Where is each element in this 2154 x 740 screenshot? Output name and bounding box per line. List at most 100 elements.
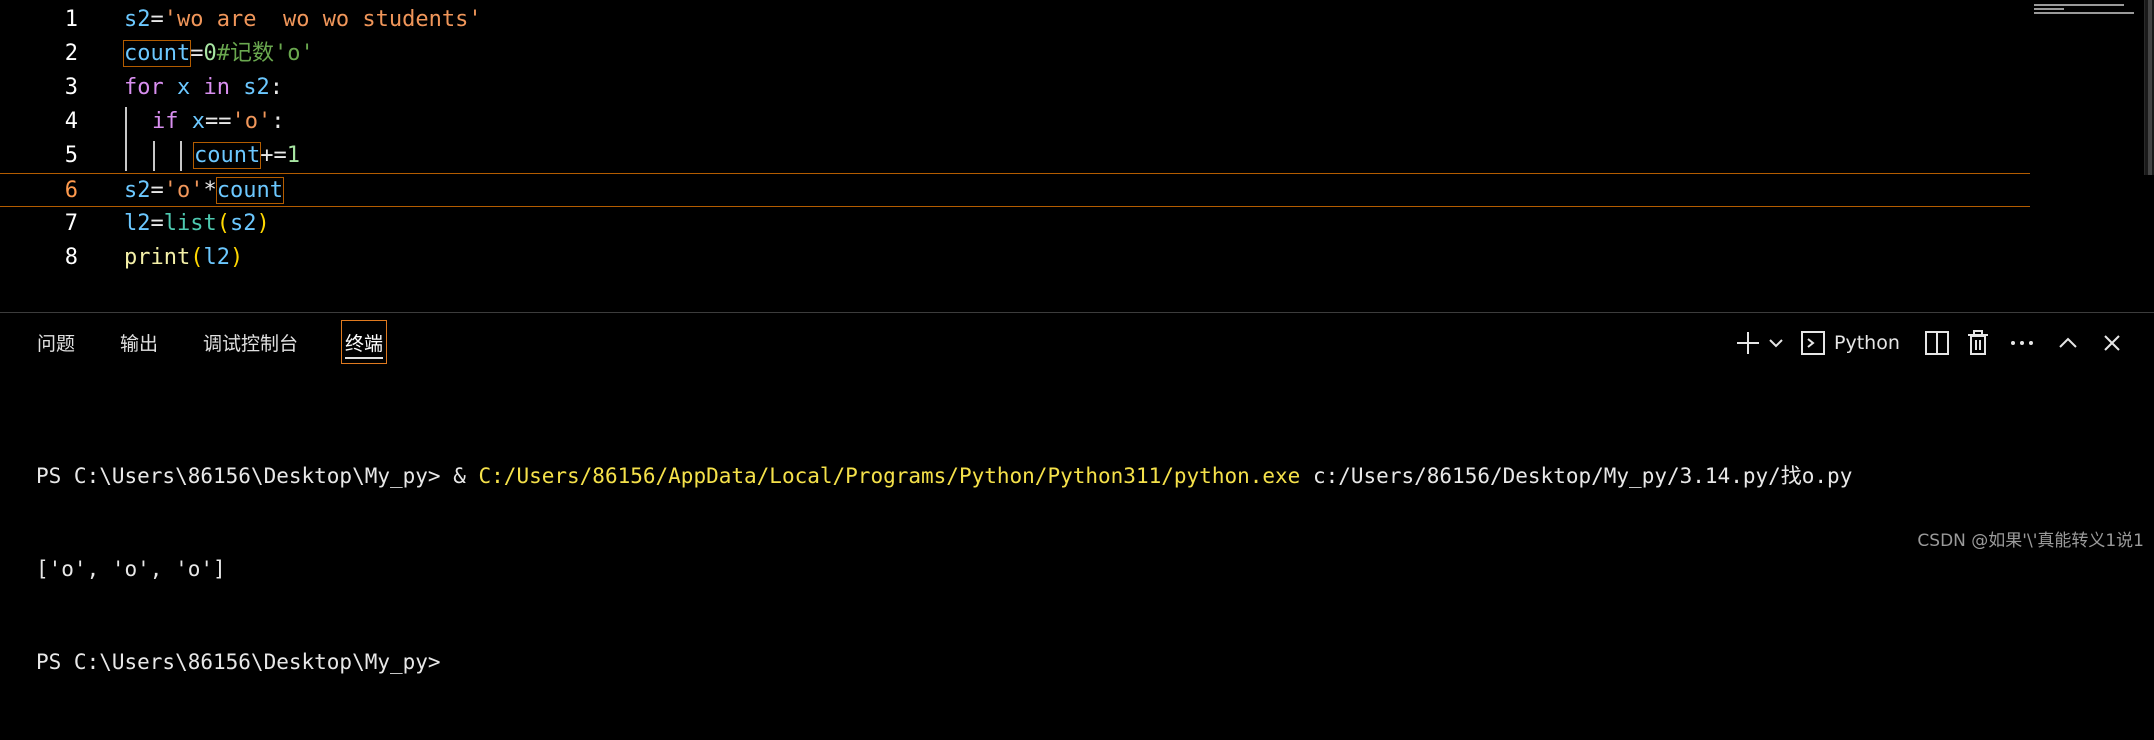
token-operator: =: [150, 211, 164, 236]
line-number: 7: [64, 211, 78, 236]
chevron-down-icon: [1769, 339, 1783, 348]
code-text[interactable]: for x in s2:: [124, 74, 283, 102]
minimap-line: [2034, 4, 2124, 6]
new-terminal-button[interactable]: [1734, 329, 1762, 357]
code-text[interactable]: s2='wo are wo wo students': [124, 6, 482, 34]
split-terminal-button[interactable]: [1924, 329, 1950, 357]
code-text[interactable]: count+=1: [192, 142, 300, 170]
line-number: 1: [64, 7, 78, 32]
more-actions-button[interactable]: [2008, 329, 2036, 357]
panel-actions: Python: [1734, 313, 2154, 373]
terminal-line: ['o', 'o', 'o']: [36, 554, 1852, 585]
panel-tabs: 问题 输出 调试控制台 终端: [0, 313, 800, 373]
token-variable: x: [178, 109, 205, 134]
minimap-line: [2034, 12, 2134, 14]
token-string: 'o': [163, 178, 204, 203]
token-paren: (: [216, 211, 230, 236]
indent-guide: [153, 141, 155, 171]
code-line[interactable]: 4 if x=='o':: [0, 105, 2030, 139]
terminal-script-path: c:/Users/86156/Desktop/My_py/3.14.py/找o.…: [1300, 464, 1853, 488]
shell-selector-button[interactable]: [1800, 329, 1826, 357]
token-function: print: [124, 245, 191, 270]
split-terminal-icon: [1925, 331, 1949, 355]
indent-guide: [125, 107, 127, 171]
terminal-dropdown-button[interactable]: [1766, 329, 1786, 357]
line-number: 3: [64, 75, 78, 100]
terminal-result: ['o', 'o', 'o']: [36, 557, 226, 581]
trash-icon: [1968, 330, 1988, 355]
code-text[interactable]: s2='o'*count: [124, 177, 284, 205]
code-line[interactable]: 8 print(l2): [0, 241, 2030, 275]
code-line-current[interactable]: 6 s2='o'*count: [0, 173, 2030, 207]
token-paren: ): [256, 211, 270, 236]
code-line[interactable]: 2 count=0#记数'o': [0, 37, 2030, 71]
terminal-prompt: PS C:\Users\86156\Desktop\My_py> &: [36, 464, 479, 488]
terminal-icon: [1801, 331, 1825, 355]
token-variable: s2: [229, 211, 257, 236]
line-number: 8: [64, 245, 78, 270]
tab-problems[interactable]: 问题: [37, 327, 75, 361]
token-keyword: if: [152, 109, 179, 134]
code-editor[interactable]: 1 s2='wo are wo wo students' 2 count=0#记…: [0, 0, 2154, 311]
token-operator: ==: [205, 109, 232, 134]
minimap[interactable]: [2034, 2, 2144, 18]
terminal-line: PS C:\Users\86156\Desktop\My_py>: [36, 647, 1852, 678]
token-number: 0: [203, 41, 217, 66]
watermark: CSDN @如果'\'真能转义1说1: [1917, 531, 2144, 551]
line-number: 5: [64, 143, 78, 168]
token-variable: s2: [230, 75, 270, 100]
token-operator: :: [271, 109, 285, 134]
code-line[interactable]: 3 for x in s2:: [0, 71, 2030, 105]
token-operator: *: [203, 178, 217, 203]
minimap-line: [2034, 8, 2064, 10]
token-variable: l2: [124, 211, 151, 236]
token-operator: :: [269, 75, 283, 100]
token-variable: count: [192, 142, 262, 169]
active-tab-indicator: [345, 357, 383, 359]
token-comment: #记数'o': [216, 41, 314, 66]
editor-scrollbar-thumb[interactable]: [2148, 0, 2152, 175]
plus-icon: [1737, 332, 1759, 354]
token-operator: =: [150, 178, 164, 203]
close-icon: [2104, 335, 2120, 351]
token-operator: =: [190, 41, 204, 66]
terminal-line: PS C:\Users\86156\Desktop\My_py> & C:/Us…: [36, 461, 1852, 492]
code-text[interactable]: l2=list(s2): [124, 210, 270, 238]
token-paren: ): [229, 245, 244, 270]
close-panel-button[interactable]: [2100, 329, 2124, 357]
line-number: 4: [64, 109, 78, 134]
token-operator: =: [150, 7, 164, 32]
token-operator: +=: [260, 143, 287, 168]
tab-output[interactable]: 输出: [120, 327, 158, 361]
token-string: 'o': [231, 109, 272, 134]
tab-debug-console[interactable]: 调试控制台: [203, 327, 298, 361]
token-variable: x: [163, 75, 204, 100]
terminal-prompt: PS C:\Users\86156\Desktop\My_py>: [36, 650, 441, 674]
token-paren: (: [190, 245, 204, 270]
bottom-panel: 问题 输出 调试控制台 终端 Python PS C:\Users\86156\…: [0, 312, 2154, 674]
maximize-panel-button[interactable]: [2056, 329, 2080, 357]
token-keyword: in: [203, 75, 231, 100]
token-variable: s2: [124, 7, 151, 32]
indent-guide: [180, 141, 182, 171]
ellipsis-icon: [2011, 341, 2033, 345]
code-text[interactable]: if x=='o':: [152, 108, 285, 136]
code-text[interactable]: print(l2): [124, 244, 243, 272]
tab-terminal[interactable]: 终端: [345, 327, 383, 361]
token-builtin: list: [163, 211, 217, 236]
token-string: 'wo are wo wo students': [163, 7, 482, 32]
shell-label[interactable]: Python: [1834, 329, 1900, 357]
token-variable: l2: [203, 245, 230, 270]
token-variable: s2: [124, 178, 151, 203]
chevron-up-icon: [2059, 337, 2077, 348]
token-variable: count: [122, 40, 192, 67]
line-number: 6: [64, 178, 78, 203]
terminal-output[interactable]: PS C:\Users\86156\Desktop\My_py> & C:/Us…: [36, 399, 1852, 740]
token-variable: count: [215, 177, 284, 204]
kill-terminal-button[interactable]: [1966, 329, 1990, 357]
code-line[interactable]: 7 l2=list(s2): [0, 207, 2030, 241]
code-text[interactable]: count=0#记数'o': [122, 40, 314, 68]
terminal-exe-path: C:/Users/86156/AppData/Local/Programs/Py…: [478, 464, 1301, 488]
code-line[interactable]: 1 s2='wo are wo wo students': [0, 3, 2030, 37]
code-line[interactable]: 5 count+=1: [0, 139, 2030, 173]
